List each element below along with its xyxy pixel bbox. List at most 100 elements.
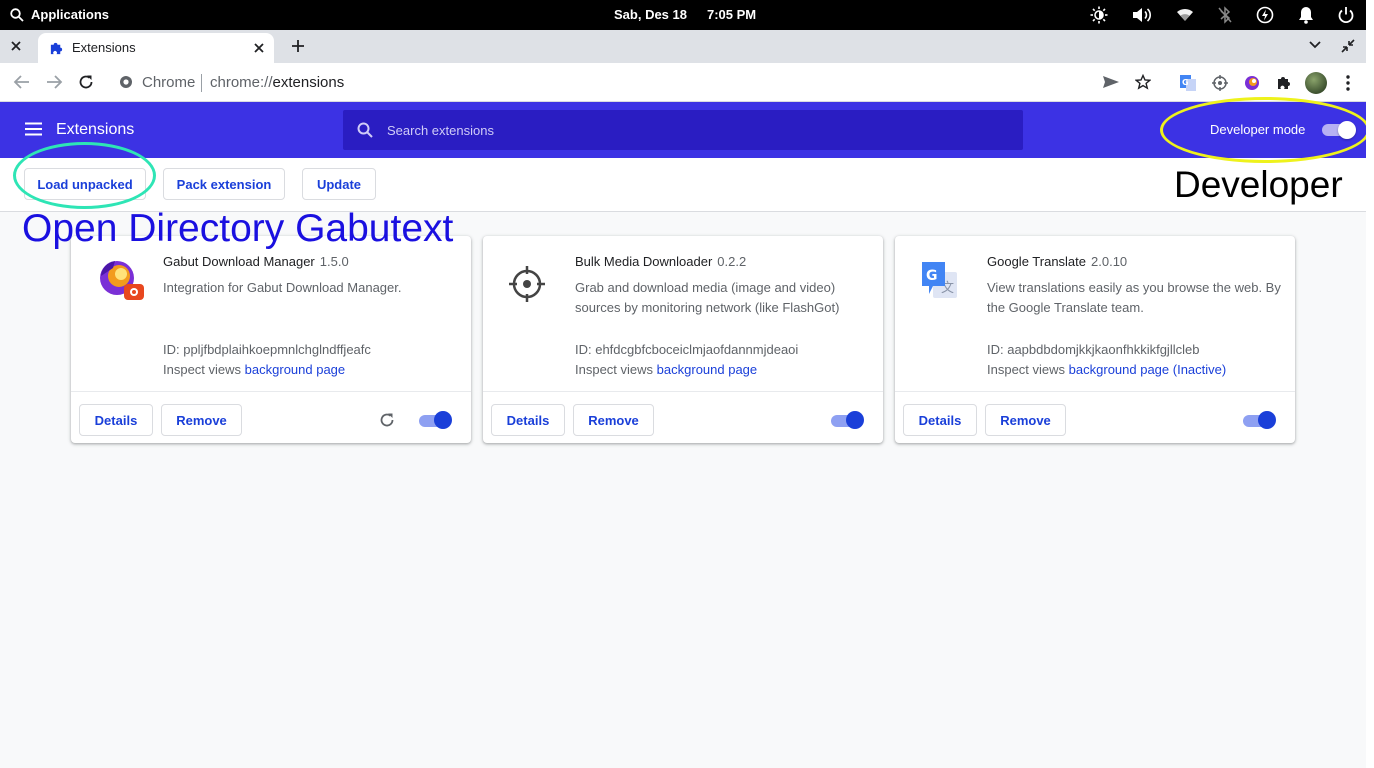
google-translate-toolbar-icon[interactable]: G [1172, 71, 1204, 95]
screen: Applications Sab, Des 18 7:05 PM Extensi… [0, 0, 1374, 768]
background-page-link[interactable]: background page [657, 362, 757, 377]
power-icon[interactable] [1338, 6, 1354, 24]
reload-extension-icon[interactable] [379, 412, 395, 428]
inspect-views: Inspect views background page (Inactive) [987, 362, 1226, 377]
toggle-knob [1258, 411, 1276, 429]
omnibox-actions [1102, 74, 1151, 90]
clock[interactable]: Sab, Des 18 7:05 PM [614, 7, 756, 22]
back-icon[interactable] [13, 74, 31, 90]
close-window-icon[interactable] [8, 38, 24, 54]
inspect-views: Inspect views background page [575, 362, 757, 377]
remove-button[interactable]: Remove [985, 404, 1066, 436]
omnibox-divider [201, 74, 202, 92]
address-bar[interactable]: Chrome chrome://extensions [108, 68, 1128, 97]
chevron-down-icon[interactable] [1308, 40, 1322, 50]
extension-name: Bulk Media Downloader 0.2.2 [575, 254, 746, 269]
chrome-site-icon [120, 76, 132, 88]
gabut-toolbar-icon[interactable] [1236, 71, 1268, 95]
svg-text:G: G [1182, 78, 1189, 87]
avatar[interactable] [1300, 71, 1332, 95]
load-unpacked-highlight [13, 142, 156, 209]
card-divider [71, 391, 471, 392]
url-prefix: chrome:// [210, 74, 273, 91]
name-text: Bulk Media Downloader [575, 254, 713, 269]
version-text: 1.5.0 [319, 254, 349, 269]
extension-id: ID: ppljfbdplaihkoepmnlchglndffjeafc [163, 342, 371, 357]
time-label: 7:05 PM [707, 7, 757, 22]
search-icon [357, 122, 373, 138]
tab-title: Extensions [72, 40, 136, 55]
brightness-icon[interactable] [1090, 6, 1108, 24]
card-divider [895, 391, 1295, 392]
url-host: extensions [272, 74, 345, 91]
extension-enable-toggle[interactable] [831, 411, 865, 430]
close-icon[interactable] [252, 41, 266, 55]
wifi-icon[interactable] [1176, 7, 1194, 23]
remove-button[interactable]: Remove [573, 404, 654, 436]
inspect-label: Inspect views [163, 362, 242, 377]
omnibox-scheme: Chrome [142, 74, 196, 91]
remove-button[interactable]: Remove [161, 404, 242, 436]
forward-icon[interactable] [45, 74, 63, 90]
name-text: Gabut Download Manager [163, 254, 315, 269]
crosshair-icon [509, 266, 545, 302]
applications-label: Applications [31, 7, 110, 22]
extension-card: 文 G Google Translate 2.0.10 View translat… [895, 236, 1295, 443]
extensions-list: Gabut Download Manager 1.5.0 Integration … [0, 212, 1366, 768]
google-translate-icon: 文 G [922, 262, 957, 298]
reload-icon[interactable] [78, 74, 94, 90]
os-top-bar: Applications Sab, Des 18 7:05 PM [0, 0, 1366, 30]
puzzle-icon[interactable] [1268, 71, 1300, 95]
volume-icon[interactable] [1132, 6, 1152, 24]
notification-bell-icon[interactable] [1298, 6, 1314, 24]
search-input[interactable] [387, 120, 987, 140]
more-menu-icon[interactable] [1332, 71, 1364, 95]
developer-action-bar: Load unpacked Pack extension Update [0, 158, 1366, 212]
page-title: Extensions [56, 121, 135, 138]
system-tray [1090, 6, 1354, 24]
extension-name: Google Translate 2.0.10 [987, 254, 1127, 269]
background-page-link[interactable]: background page [245, 362, 345, 377]
developer-mode-highlight [1160, 97, 1370, 163]
extension-enable-toggle[interactable] [419, 411, 453, 430]
send-tab-icon[interactable] [1102, 74, 1120, 90]
extension-id: ID: aapbdbdomjkkjkaonfhkkikfgjllcleb [987, 342, 1200, 357]
puzzle-icon [50, 42, 63, 55]
details-button[interactable]: Details [79, 404, 153, 436]
annotation-developer: Developer [1174, 164, 1343, 205]
extension-description: View translations easily as you browse t… [987, 280, 1281, 315]
applications-menu[interactable]: Applications [10, 7, 109, 22]
extension-enable-toggle[interactable] [1243, 411, 1277, 430]
power-profile-icon[interactable] [1256, 6, 1274, 24]
name-text: Google Translate [987, 254, 1087, 269]
version-text: 0.2.2 [717, 254, 747, 269]
extension-description: Integration for Gabut Download Manager. [163, 280, 402, 295]
omnibox-url: chrome://extensions [210, 74, 344, 91]
inspect-label: Inspect views [987, 362, 1066, 377]
hamburger-menu-icon[interactable] [25, 122, 42, 136]
restore-window-icon[interactable] [1340, 38, 1356, 54]
search-box[interactable] [343, 110, 1023, 150]
date-label: Sab, Des 18 [614, 7, 687, 22]
bluetooth-off-icon[interactable] [1218, 6, 1232, 24]
details-button[interactable]: Details [903, 404, 977, 436]
details-button[interactable]: Details [491, 404, 565, 436]
pack-extension-button[interactable]: Pack extension [163, 168, 285, 200]
extension-name: Gabut Download Manager 1.5.0 [163, 254, 349, 269]
bookmark-star-icon[interactable] [1135, 74, 1151, 90]
crosshair-toolbar-icon[interactable] [1204, 71, 1236, 95]
inspect-label: Inspect views [575, 362, 654, 377]
card-divider [483, 391, 883, 392]
extension-description: Grab and download media (image and video… [575, 280, 840, 315]
extension-card: Bulk Media Downloader 0.2.2 Grab and down… [483, 236, 883, 443]
extension-card: Gabut Download Manager 1.5.0 Integration … [71, 236, 471, 443]
background-page-link[interactable]: background page (Inactive) [1069, 362, 1227, 377]
toggle-knob [846, 411, 864, 429]
tab-extensions[interactable]: Extensions [38, 33, 274, 63]
browser-toolbar: Chrome chrome://extensions G [0, 63, 1366, 102]
svg-text:G: G [926, 268, 938, 284]
screen-edge [1366, 0, 1374, 768]
new-tab-icon[interactable] [290, 38, 306, 54]
inspect-views: Inspect views background page [163, 362, 345, 377]
update-button[interactable]: Update [302, 168, 376, 200]
